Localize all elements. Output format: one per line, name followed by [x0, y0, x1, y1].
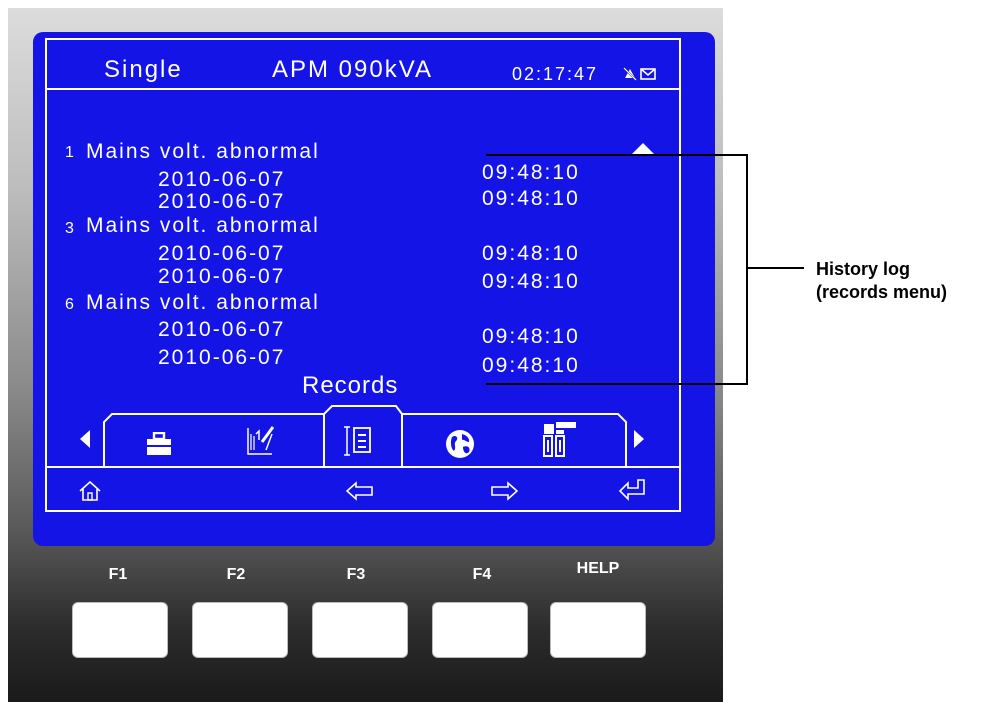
- callout-bracket: [486, 154, 804, 385]
- callout-line-1: History log: [816, 259, 911, 279]
- callout-line-2: (records menu): [816, 282, 948, 302]
- callout-label: History log (records menu): [816, 258, 947, 304]
